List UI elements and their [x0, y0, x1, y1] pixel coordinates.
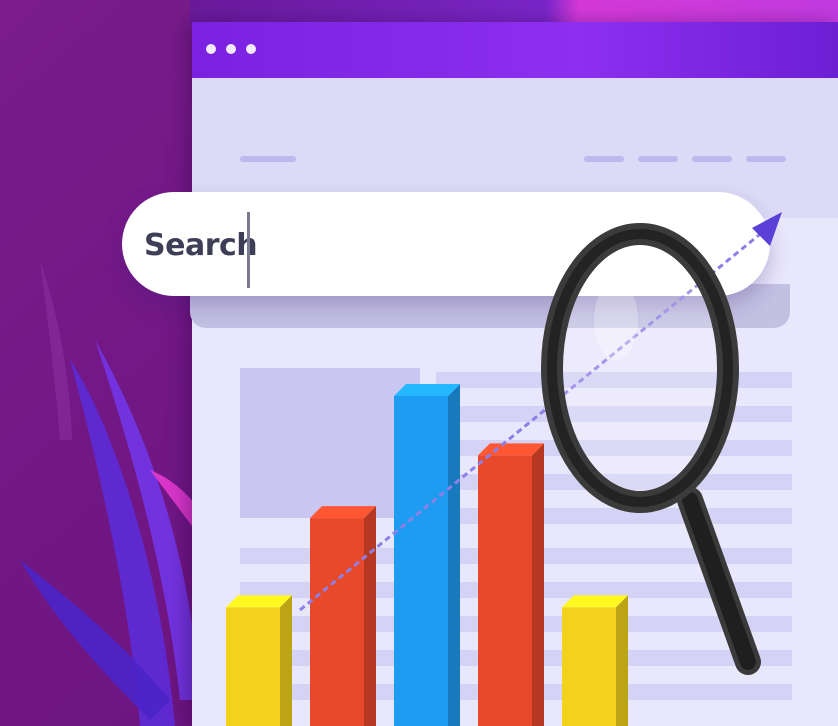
chart-bar-side [364, 506, 376, 726]
chart-bar [310, 518, 364, 726]
chart-bar-side [448, 384, 460, 726]
chart-overlay [226, 212, 782, 726]
chart-bar [394, 396, 448, 726]
chart-bar [562, 607, 616, 726]
chart-bar [226, 607, 280, 726]
search-analytics-illustration: Search [0, 0, 838, 726]
chart-bar-side [532, 443, 544, 726]
chart-bar-side [280, 595, 292, 726]
chart-bar-side [616, 595, 628, 726]
chart-bar [478, 455, 532, 726]
